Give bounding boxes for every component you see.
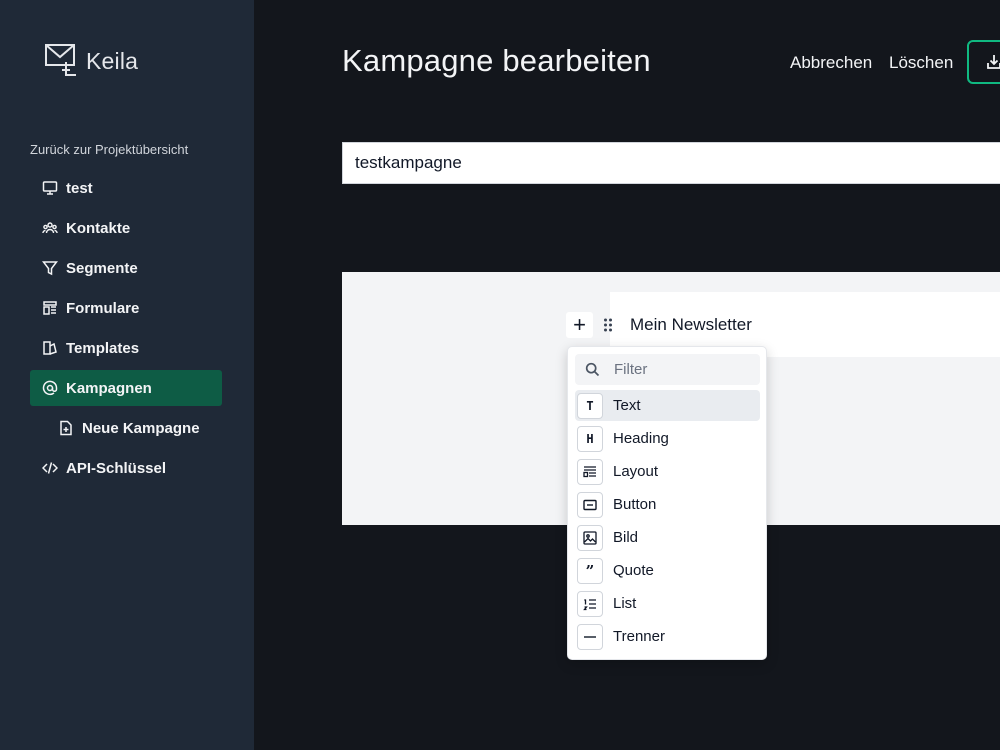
menu-item-layout[interactable]: Layout [575, 456, 760, 487]
menu-item-bild[interactable]: Bild [575, 522, 760, 553]
sidebar-item-test[interactable]: test [30, 170, 222, 206]
block-type-menu: Filter T Text H Heading Layout Button Bi… [567, 346, 767, 660]
heading-icon: H [577, 425, 603, 452]
menu-item-list[interactable]: List [575, 588, 760, 619]
users-icon [42, 222, 58, 234]
divider-icon [577, 623, 603, 650]
plus-icon: + [573, 312, 586, 337]
menu-item-quote[interactable]: ” Quote [575, 555, 760, 586]
sidebar-item-label: test [66, 179, 93, 197]
back-to-projects-link[interactable]: Zurück zur Projektübersicht [30, 142, 188, 157]
app-logo[interactable]: Keila [44, 42, 138, 80]
sidebar-item-label: API-Schlüssel [66, 459, 167, 477]
sidebar-item-label: Kampagnen [66, 379, 152, 397]
drag-handle[interactable] [598, 314, 618, 336]
sidebar-item-label: Templates [66, 339, 140, 357]
save-button[interactable] [967, 40, 1000, 84]
sidebar-item-neue-kampagne[interactable]: Neue Kampagne [30, 410, 222, 446]
menu-item-trenner[interactable]: Trenner [575, 621, 760, 652]
app-name: Keila [86, 47, 139, 74]
menu-item-label: Trenner [613, 628, 665, 645]
image-icon [577, 524, 603, 551]
file-plus-icon [60, 420, 72, 436]
sidebar-item-kontakte[interactable]: Kontakte [30, 210, 222, 246]
menu-item-label: Quote [613, 562, 654, 579]
list-icon [577, 590, 603, 617]
code-icon [42, 462, 58, 474]
add-block-button[interactable]: + [566, 312, 593, 338]
sidebar-item-segmente[interactable]: Segmente [30, 250, 222, 286]
search-icon [585, 362, 600, 377]
monitor-icon [42, 181, 58, 195]
sidebar-item-label: Formulare [66, 299, 140, 317]
sidebar: Keila Zurück zur Projektübersicht test K… [0, 0, 254, 750]
mail-logo-icon [45, 44, 76, 76]
sidebar-item-label: Neue Kampagne [82, 419, 200, 437]
form-icon [43, 301, 57, 315]
layout-icon [577, 458, 603, 485]
text-icon: T [577, 392, 603, 419]
delete-button[interactable]: Löschen [889, 53, 953, 73]
subject-input[interactable] [342, 142, 1000, 184]
sidebar-item-kampagnen[interactable]: Kampagnen [30, 370, 222, 406]
sidebar-item-label: Segmente [66, 259, 138, 277]
at-icon [42, 380, 58, 396]
templates-icon [43, 341, 57, 355]
sidebar-item-api-schluessel[interactable]: API-Schlüssel [30, 450, 222, 486]
sidebar-item-formulare[interactable]: Formulare [30, 290, 222, 326]
menu-item-label: Button [613, 496, 657, 513]
sidebar-item-templates[interactable]: Templates [30, 330, 222, 366]
menu-item-button[interactable]: Button [575, 489, 760, 520]
drag-dots-icon [604, 318, 612, 332]
button-icon [577, 491, 603, 518]
block-text[interactable]: Mein Newsletter [630, 315, 752, 335]
menu-item-label: Heading [613, 430, 669, 447]
cancel-button[interactable]: Abbrechen [790, 53, 872, 73]
filter-placeholder: Filter [614, 361, 648, 378]
menu-item-heading[interactable]: H Heading [575, 423, 760, 454]
menu-item-label: Layout [613, 463, 659, 480]
page-title: Kampagne bearbeiten [342, 43, 651, 78]
menu-item-label: Bild [613, 529, 639, 546]
quote-icon: ” [577, 557, 603, 584]
save-icon [987, 55, 1000, 69]
menu-item-text[interactable]: T Text [575, 390, 760, 421]
sidebar-item-label: Kontakte [66, 219, 131, 237]
filter-input[interactable]: Filter [575, 354, 760, 385]
filter-icon [42, 261, 58, 276]
menu-item-label: List [613, 595, 637, 612]
menu-item-label: Text [613, 397, 641, 414]
